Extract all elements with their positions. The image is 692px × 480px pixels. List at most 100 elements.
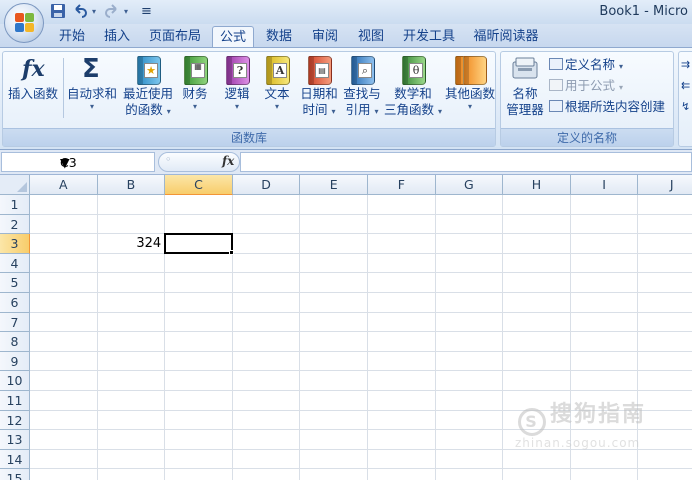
financial-button[interactable]: ▦ 财务 ▾ bbox=[177, 54, 213, 111]
tab-data[interactable]: 数据 bbox=[260, 26, 298, 48]
row-header-9[interactable]: 9 bbox=[0, 351, 30, 372]
row-header-3[interactable]: 3 bbox=[0, 234, 30, 254]
chevron-down-icon[interactable]: ▼ bbox=[60, 155, 151, 170]
row-header-4[interactable]: 4 bbox=[0, 253, 30, 274]
chevron-down-icon: ▾ bbox=[437, 107, 442, 116]
fill-handle[interactable] bbox=[228, 249, 234, 255]
column-header-f[interactable]: F bbox=[368, 175, 436, 195]
row-gridline bbox=[30, 370, 692, 372]
row-gridline bbox=[30, 292, 692, 293]
row-header-10[interactable]: 10 bbox=[0, 371, 30, 391]
select-all-button[interactable] bbox=[0, 175, 30, 195]
define-name-button[interactable]: 定义名称 ▾ bbox=[549, 56, 623, 76]
trace-precedents-icon[interactable]: ⇉ bbox=[681, 56, 690, 74]
tab-insert[interactable]: 插入 bbox=[98, 26, 136, 48]
column-header-h[interactable]: H bbox=[503, 175, 571, 195]
book-stack-icon bbox=[455, 54, 487, 86]
row-header-8[interactable]: 8 bbox=[0, 332, 30, 352]
remove-arrows-icon[interactable]: ↯ bbox=[681, 98, 690, 116]
column-header-d[interactable]: D bbox=[232, 175, 301, 195]
defined-names-group: 名称 管理器 定义名称 ▾ 用于公式 ▾ 根据所选内容创建 定义的名称 bbox=[500, 51, 674, 147]
use-in-formula-button[interactable]: 用于公式 ▾ bbox=[549, 77, 623, 97]
redo-dropdown-icon[interactable]: ▾ bbox=[124, 3, 128, 21]
chevron-down-icon: ▾ bbox=[166, 107, 171, 116]
lookup-reference-label2: 引用 bbox=[345, 102, 371, 117]
tab-home[interactable]: 开始 bbox=[52, 26, 92, 48]
column-header-c[interactable]: C bbox=[165, 175, 233, 195]
tab-view[interactable]: 视图 bbox=[352, 26, 390, 48]
customize-toolbar-icon[interactable]: ≡ bbox=[141, 3, 152, 21]
tab-formulas[interactable]: 公式 bbox=[212, 26, 254, 48]
row-header-14[interactable]: 14 bbox=[0, 449, 30, 470]
more-functions-button[interactable]: 其他函数 ▾ bbox=[443, 54, 497, 111]
row-header-13[interactable]: 13 bbox=[0, 430, 30, 450]
office-logo-icon bbox=[15, 13, 35, 33]
column-header-i[interactable]: I bbox=[570, 175, 639, 195]
column-header-a[interactable]: A bbox=[30, 175, 98, 195]
row-header-12[interactable]: 12 bbox=[0, 410, 30, 431]
undo-icon[interactable] bbox=[72, 3, 88, 21]
row-gridline bbox=[30, 213, 692, 215]
watermark-text: 搜狗指南 bbox=[550, 402, 647, 427]
tab-page-layout[interactable]: 页面布局 bbox=[144, 26, 206, 48]
column-header-e[interactable]: E bbox=[300, 175, 368, 195]
book-financial-icon: ▦ bbox=[180, 54, 210, 86]
row-header-6[interactable]: 6 bbox=[0, 293, 30, 313]
column-gridline bbox=[434, 195, 436, 480]
active-cell-c3[interactable] bbox=[164, 233, 233, 254]
sogou-logo-icon: S bbox=[518, 408, 546, 436]
undo-dropdown-icon[interactable]: ▾ bbox=[92, 3, 96, 21]
tab-foxit-reader[interactable]: 福昕阅读器 bbox=[468, 26, 544, 48]
row-gridline bbox=[30, 468, 692, 470]
lookup-reference-button[interactable]: ⌕ 查找与 引用 ▾ bbox=[341, 54, 383, 120]
insert-function-fx-icon[interactable]: fx bbox=[222, 154, 234, 168]
formula-input[interactable] bbox=[240, 152, 692, 172]
trace-dependents-icon[interactable]: ⇇ bbox=[681, 77, 690, 95]
create-from-selection-icon bbox=[549, 100, 563, 112]
date-time-button[interactable]: ▤ 日期和 时间 ▾ bbox=[297, 54, 341, 120]
book-magnifier-icon: ⌕ bbox=[347, 54, 377, 86]
name-manager-button[interactable]: 名称 管理器 bbox=[503, 54, 547, 118]
use-in-formula-icon bbox=[549, 79, 563, 91]
autosum-button[interactable]: Σ 自动求和 ▾ bbox=[65, 54, 119, 111]
function-library-label: 函数库 bbox=[3, 128, 495, 146]
cell-b3[interactable]: 324 bbox=[98, 236, 161, 251]
expand-handle-icon[interactable]: ◦ bbox=[165, 153, 172, 166]
math-trig-button[interactable]: θ 数学和 三角函数 ▾ bbox=[383, 54, 443, 120]
recently-used-label2: 的函数 bbox=[125, 102, 163, 117]
row-header-2[interactable]: 2 bbox=[0, 214, 30, 235]
row-header-11[interactable]: 11 bbox=[0, 391, 30, 411]
group-separator bbox=[63, 58, 64, 118]
row-gridline bbox=[30, 331, 692, 333]
tab-developer[interactable]: 开发工具 bbox=[398, 26, 460, 48]
recently-used-button[interactable]: ★ 最近使用 的函数 ▾ bbox=[121, 54, 175, 120]
row-header-5[interactable]: 5 bbox=[0, 273, 30, 293]
row-gridline bbox=[30, 350, 692, 352]
chevron-down-icon: ▾ bbox=[619, 83, 624, 92]
name-box[interactable]: C3 ▼ bbox=[1, 152, 155, 172]
text-button[interactable]: A 文本 ▾ bbox=[259, 54, 295, 111]
watermark: S 搜狗指南 bbox=[518, 396, 646, 436]
row-header-7[interactable]: 7 bbox=[0, 312, 30, 333]
redo-icon[interactable] bbox=[104, 3, 120, 21]
row-header-1[interactable]: 1 bbox=[0, 195, 30, 215]
office-button[interactable] bbox=[4, 3, 44, 43]
title-bar: ▾ ▾ ≡ Book1 - Micro bbox=[0, 0, 692, 24]
define-name-icon bbox=[549, 58, 563, 70]
column-header-b[interactable]: B bbox=[97, 175, 166, 195]
insert-function-button[interactable]: fx 插入函数 bbox=[5, 54, 61, 102]
chevron-down-icon: ▾ bbox=[374, 107, 379, 116]
create-from-selection-button[interactable]: 根据所选内容创建 bbox=[549, 98, 665, 116]
formula-controls: ◦ fx bbox=[158, 152, 240, 172]
book-calendar-icon: ▤ bbox=[304, 54, 334, 86]
fx-icon: fx bbox=[22, 56, 45, 82]
chevron-down-icon: ▾ bbox=[234, 102, 239, 111]
save-icon[interactable] bbox=[50, 3, 66, 21]
column-header-j[interactable]: J bbox=[638, 175, 692, 195]
chevron-down-icon: ▾ bbox=[274, 102, 279, 111]
column-header-g[interactable]: G bbox=[435, 175, 504, 195]
tab-review[interactable]: 审阅 bbox=[306, 26, 344, 48]
row-header-15[interactable]: 15 bbox=[0, 469, 30, 480]
logical-button[interactable]: ? 逻辑 ▾ bbox=[219, 54, 255, 111]
chevron-down-icon: ▾ bbox=[619, 62, 624, 71]
